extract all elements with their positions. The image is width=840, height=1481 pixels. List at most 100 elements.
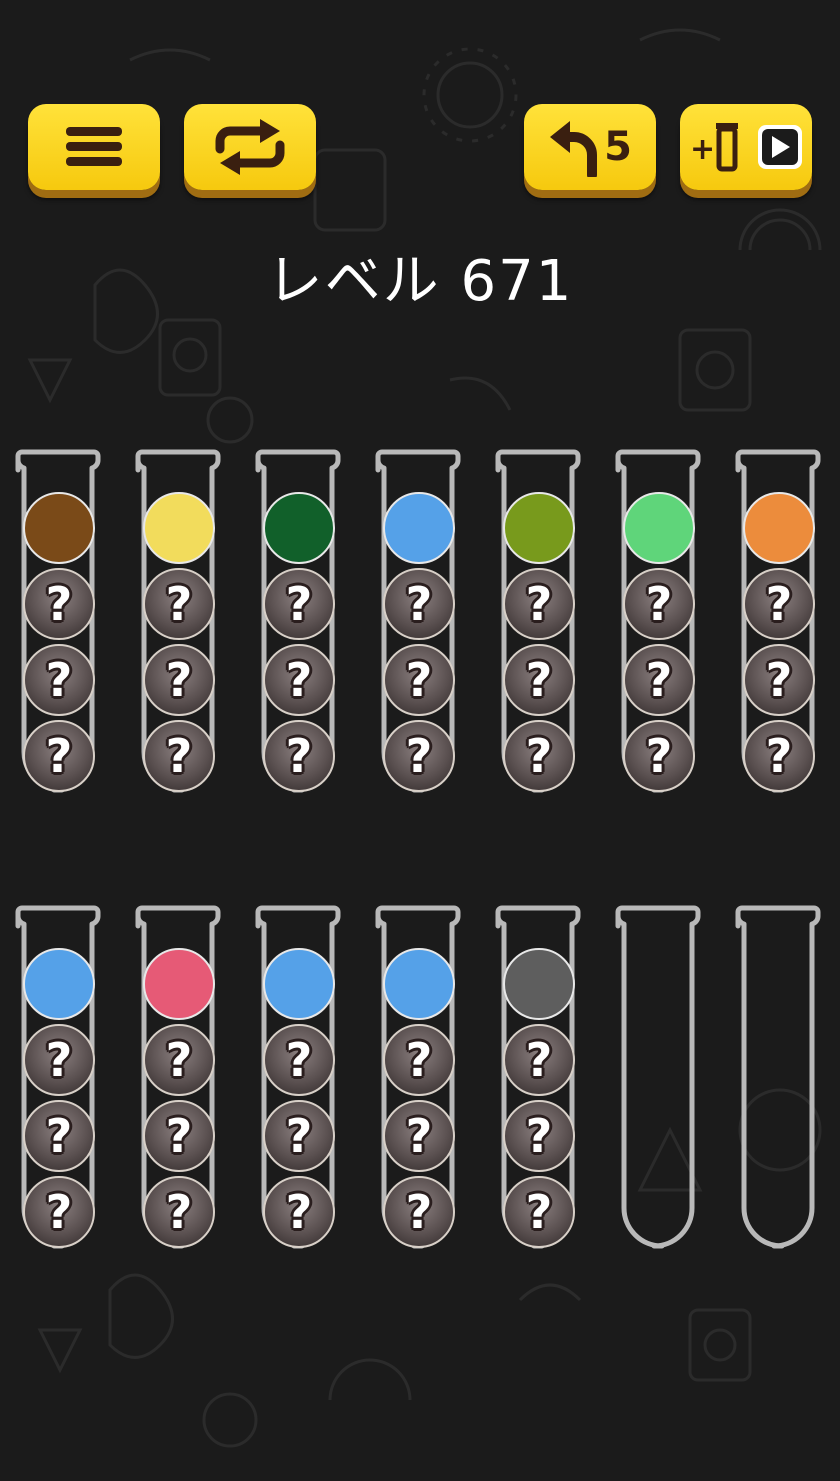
add-tube-button[interactable]: + [680,104,812,190]
tube[interactable]: ??? [490,902,586,1256]
tube[interactable] [730,902,826,1256]
question-mark-icon: ? [285,1185,313,1239]
restart-button[interactable] [184,104,316,190]
svg-text:+: + [690,132,715,167]
question-mark-icon: ? [45,1185,73,1239]
question-mark-icon: ? [165,577,193,631]
question-mark-icon: ? [645,729,673,783]
question-mark-icon: ? [525,1033,553,1087]
mystery-ball: ? [263,1176,335,1248]
tube[interactable]: ??? [370,446,466,800]
mystery-ball: ? [503,644,575,716]
question-mark-icon: ? [405,1033,433,1087]
question-mark-icon: ? [165,729,193,783]
tube[interactable]: ??? [370,902,466,1256]
mystery-ball: ? [23,1024,95,1096]
mystery-ball: ? [143,1176,215,1248]
hamburger-menu-icon [66,127,122,166]
tube[interactable]: ??? [610,446,706,800]
question-mark-icon: ? [165,1033,193,1087]
mystery-ball: ? [263,644,335,716]
mystery-ball: ? [143,1024,215,1096]
ball-gray [503,948,575,1020]
question-mark-icon: ? [45,729,73,783]
ball-pink [143,948,215,1020]
mystery-ball: ? [383,720,455,792]
ball-yellow [143,492,215,564]
question-mark-icon: ? [645,653,673,707]
ball-dark-green [263,492,335,564]
mystery-ball: ? [263,1024,335,1096]
mystery-ball: ? [743,568,815,640]
ball-blue [23,948,95,1020]
question-mark-icon: ? [525,1109,553,1163]
question-mark-icon: ? [285,729,313,783]
question-mark-icon: ? [285,577,313,631]
question-mark-icon: ? [765,729,793,783]
question-mark-icon: ? [45,1033,73,1087]
question-mark-icon: ? [285,1109,313,1163]
level-title: レベル 671 [266,249,574,314]
mystery-ball: ? [23,644,95,716]
question-mark-icon: ? [45,577,73,631]
question-mark-icon: ? [405,1185,433,1239]
undo-count: 5 [604,124,632,170]
restart-arrows-icon [215,119,285,175]
tube[interactable]: ??? [490,446,586,800]
question-mark-icon: ? [525,577,553,631]
question-mark-icon: ? [525,653,553,707]
mystery-ball: ? [623,568,695,640]
ball-blue [263,948,335,1020]
mystery-ball: ? [383,568,455,640]
tube[interactable]: ??? [130,902,226,1256]
ball-orange [743,492,815,564]
mystery-ball: ? [623,720,695,792]
question-mark-icon: ? [525,729,553,783]
ball-olive [503,492,575,564]
mystery-ball: ? [143,720,215,792]
tube[interactable]: ??? [10,446,106,800]
mystery-ball: ? [143,644,215,716]
mystery-ball: ? [743,644,815,716]
question-mark-icon: ? [45,653,73,707]
tube[interactable]: ??? [250,446,346,800]
mystery-ball: ? [503,720,575,792]
ball-blue [383,492,455,564]
mystery-ball: ? [23,568,95,640]
mystery-ball: ? [503,1176,575,1248]
mystery-ball: ? [383,1100,455,1172]
question-mark-icon: ? [525,1185,553,1239]
question-mark-icon: ? [645,577,673,631]
mystery-ball: ? [23,720,95,792]
tube[interactable]: ??? [250,902,346,1256]
mystery-ball: ? [383,1024,455,1096]
mystery-ball: ? [623,644,695,716]
ball-brown [23,492,95,564]
ball-blue [383,948,455,1020]
tube[interactable]: ??? [10,902,106,1256]
mystery-ball: ? [503,568,575,640]
mystery-ball: ? [23,1100,95,1172]
question-mark-icon: ? [165,1109,193,1163]
undo-button[interactable]: 5 [524,104,656,190]
mystery-ball: ? [143,1100,215,1172]
question-mark-icon: ? [165,1185,193,1239]
question-mark-icon: ? [45,1109,73,1163]
question-mark-icon: ? [405,577,433,631]
mystery-ball: ? [143,568,215,640]
mystery-ball: ? [743,720,815,792]
mystery-ball: ? [503,1024,575,1096]
add-tube-video-icon: + [690,123,802,172]
tube[interactable]: ??? [130,446,226,800]
undo-arrow-icon [550,121,598,177]
tube[interactable] [610,902,706,1256]
question-mark-icon: ? [285,1033,313,1087]
mystery-ball: ? [503,1100,575,1172]
mystery-ball: ? [263,720,335,792]
mystery-ball: ? [263,568,335,640]
mystery-ball: ? [383,644,455,716]
tube[interactable]: ??? [730,446,826,800]
question-mark-icon: ? [405,729,433,783]
menu-button[interactable] [28,104,160,190]
question-mark-icon: ? [285,653,313,707]
